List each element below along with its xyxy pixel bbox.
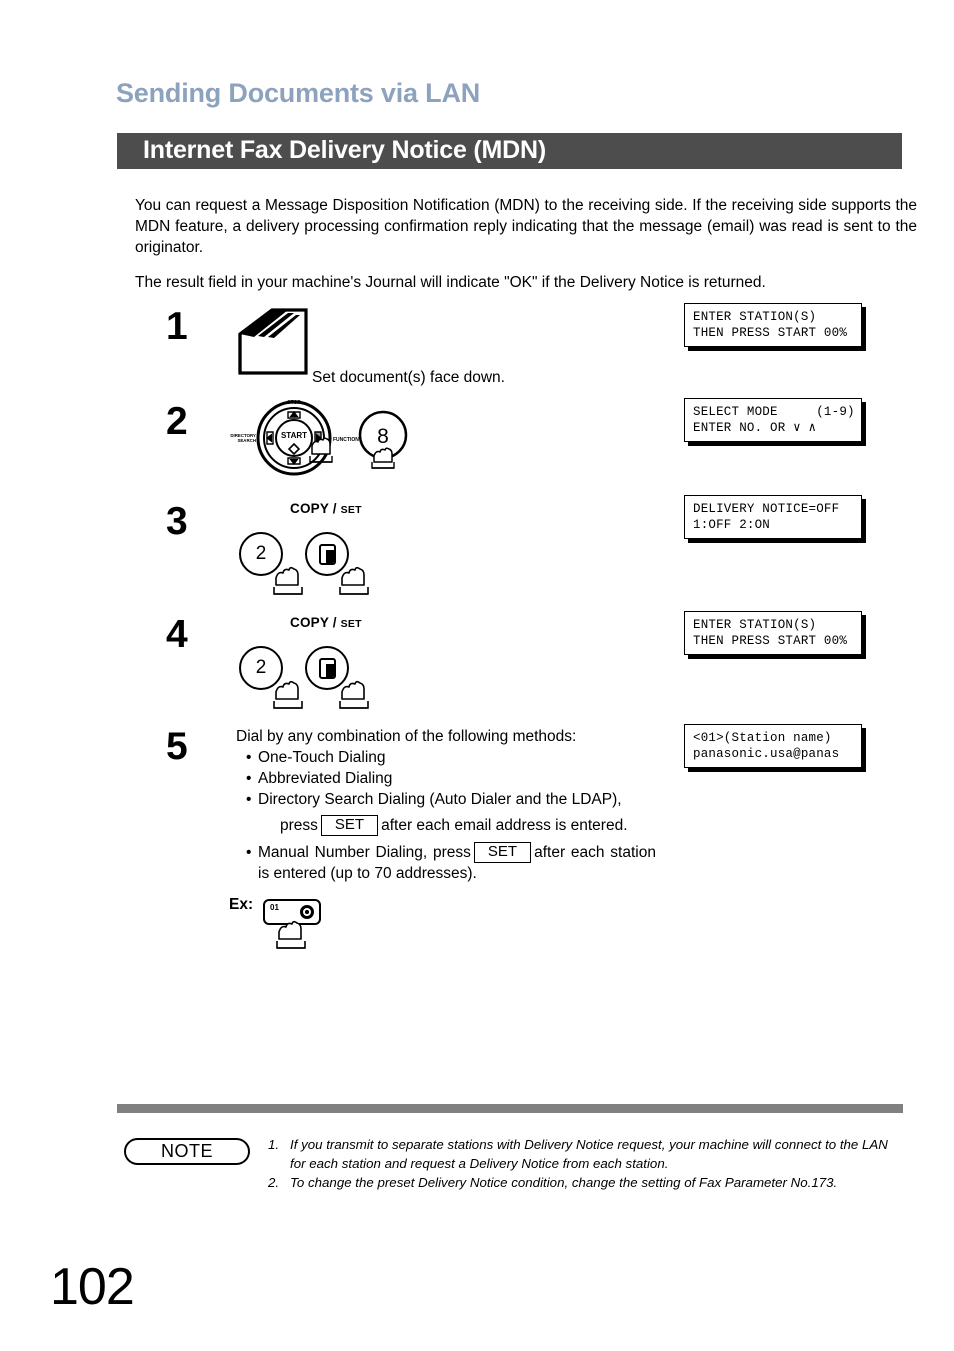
lcd-2-line-2: ENTER NO. OR ∨ ∧ <box>693 421 817 435</box>
intro-paragraph-1: You can request a Message Disposition No… <box>135 197 917 256</box>
lcd-display-step-4: ENTER STATION(S) THEN PRESS START 00% <box>684 611 862 655</box>
lcd-display-step-5: <01>(Station name) panasonic.usa@panas <box>684 724 862 768</box>
dialing-method-directory-search: Directory Search Dialing (Auto Dialer an… <box>246 789 656 836</box>
directory-search-text: Directory Search Dialing (Auto Dialer an… <box>258 791 622 808</box>
pressing-hand-icon-step-4a <box>273 680 303 709</box>
step-5-intro-line: Dial by any combination of the following… <box>236 728 577 745</box>
numeric-key-2-label-step-3: 2 <box>255 543 267 564</box>
copy-set-glyph-icon-step-3 <box>318 543 336 565</box>
lcd-3-line-2: 1:OFF 2:ON <box>693 518 771 532</box>
step-number-4: 4 <box>166 613 188 656</box>
svg-text:STOP: STOP <box>287 400 301 406</box>
press-word-1: press <box>280 817 318 834</box>
chapter-title: Sending Documents via LAN <box>116 78 481 108</box>
lcd-4-line-2: THEN PRESS START 00% <box>693 634 848 648</box>
note-badge: NOTE <box>124 1138 250 1165</box>
note-text-2: To change the preset Delivery Notice con… <box>290 1175 838 1190</box>
pressing-hand-icon-step-4b <box>339 680 369 709</box>
dialing-method-one-touch: One-Touch Dialing <box>246 747 656 768</box>
pressing-hand-icon-step-3b <box>339 566 369 595</box>
intro-paragraph-2: The result field in your machine's Journ… <box>135 274 766 291</box>
manual-number-pre: Manual Number Dialing, press <box>258 844 471 861</box>
note-item-1: 1. If you transmit to separate stations … <box>268 1136 904 1173</box>
directory-search-subline: press SET after each email address is ente… <box>280 815 656 836</box>
set-key-reference-1[interactable]: SET <box>320 815 379 836</box>
dialing-method-abbreviated: Abbreviated Dialing <box>246 768 656 789</box>
step-5-instructions: Dial by any combination of the following… <box>236 726 656 884</box>
svg-text:8: 8 <box>377 425 389 448</box>
lcd-display-step-1: ENTER STATION(S) THEN PRESS START 00% <box>684 303 862 347</box>
lcd-4-line-1: ENTER STATION(S) <box>693 618 817 632</box>
navigation-dial-diagram: START STOP DIRECTORY SEARCH FUNCTION 8 <box>226 398 416 478</box>
dial-svg: START STOP DIRECTORY SEARCH FUNCTION 8 <box>230 400 408 476</box>
one-touch-indicator-icon <box>300 905 314 919</box>
lcd-1-line-2: THEN PRESS START 00% <box>693 326 848 340</box>
lcd-3-line-1: DELIVERY NOTICE=OFF <box>693 502 840 516</box>
set-key-reference-2[interactable]: SET <box>473 842 532 863</box>
note-index-1: 1. <box>268 1137 280 1152</box>
copy-set-small-step-3: SET <box>340 504 362 516</box>
lcd-5-line-2: panasonic.usa@panas <box>693 747 840 761</box>
step-number-2: 2 <box>166 400 188 443</box>
lcd-display-step-3: DELIVERY NOTICE=OFF 1:OFF 2:ON <box>684 495 862 539</box>
lcd-2-line-1: SELECT MODE (1-9) <box>693 405 855 419</box>
copy-set-main-step-4: COPY / <box>290 615 337 630</box>
step-number-3: 3 <box>166 500 188 543</box>
manual-page: Sending Documents via LAN Internet Fax D… <box>0 0 954 1351</box>
copy-set-main-step-3: COPY / <box>290 501 337 516</box>
dialing-method-manual-number: Manual Number Dialing, pressSETafter eac… <box>246 842 656 884</box>
directory-search-tail: after each email address is entered. <box>381 817 628 834</box>
copy-set-glyph-icon-step-4 <box>318 657 336 679</box>
step-1-caption: Set document(s) face down. <box>312 369 505 386</box>
svg-text:SEARCH: SEARCH <box>237 438 256 443</box>
note-item-2: 2. To change the preset Delivery Notice … <box>268 1174 904 1193</box>
page-number: 102 <box>50 1258 135 1316</box>
note-list: 1. If you transmit to separate stations … <box>268 1136 904 1194</box>
svg-text:START: START <box>281 431 307 440</box>
example-label: Ex: <box>229 896 254 913</box>
step-number-1: 1 <box>166 305 188 348</box>
pressing-hand-icon-step-3a <box>273 566 303 595</box>
lcd-1-line-1: ENTER STATION(S) <box>693 310 817 324</box>
dialing-methods-list: One-Touch Dialing Abbreviated Dialing Di… <box>236 747 656 884</box>
one-touch-key-number: 01 <box>270 903 279 912</box>
copy-set-small-step-4: SET <box>340 618 362 630</box>
note-text-1: If you transmit to separate stations wit… <box>290 1137 888 1171</box>
svg-text:FUNCTION: FUNCTION <box>333 437 359 443</box>
copy-set-label-step-3: COPY / SET <box>290 501 362 516</box>
footer-divider <box>117 1104 903 1113</box>
section-header-bar: Internet Fax Delivery Notice (MDN) <box>117 133 902 169</box>
document-stack-icon <box>238 308 308 375</box>
lcd-5-line-1: <01>(Station name) <box>693 731 832 745</box>
copy-set-label-step-4: COPY / SET <box>290 615 362 630</box>
note-index-2: 2. <box>268 1175 280 1190</box>
numeric-key-2-label-step-4: 2 <box>255 657 267 678</box>
lcd-display-step-2: SELECT MODE (1-9) ENTER NO. OR ∨ ∧ <box>684 398 862 442</box>
step-number-5: 5 <box>166 725 188 768</box>
section-title: Internet Fax Delivery Notice (MDN) <box>143 135 547 164</box>
pressing-hand-icon-step-5 <box>276 920 306 949</box>
